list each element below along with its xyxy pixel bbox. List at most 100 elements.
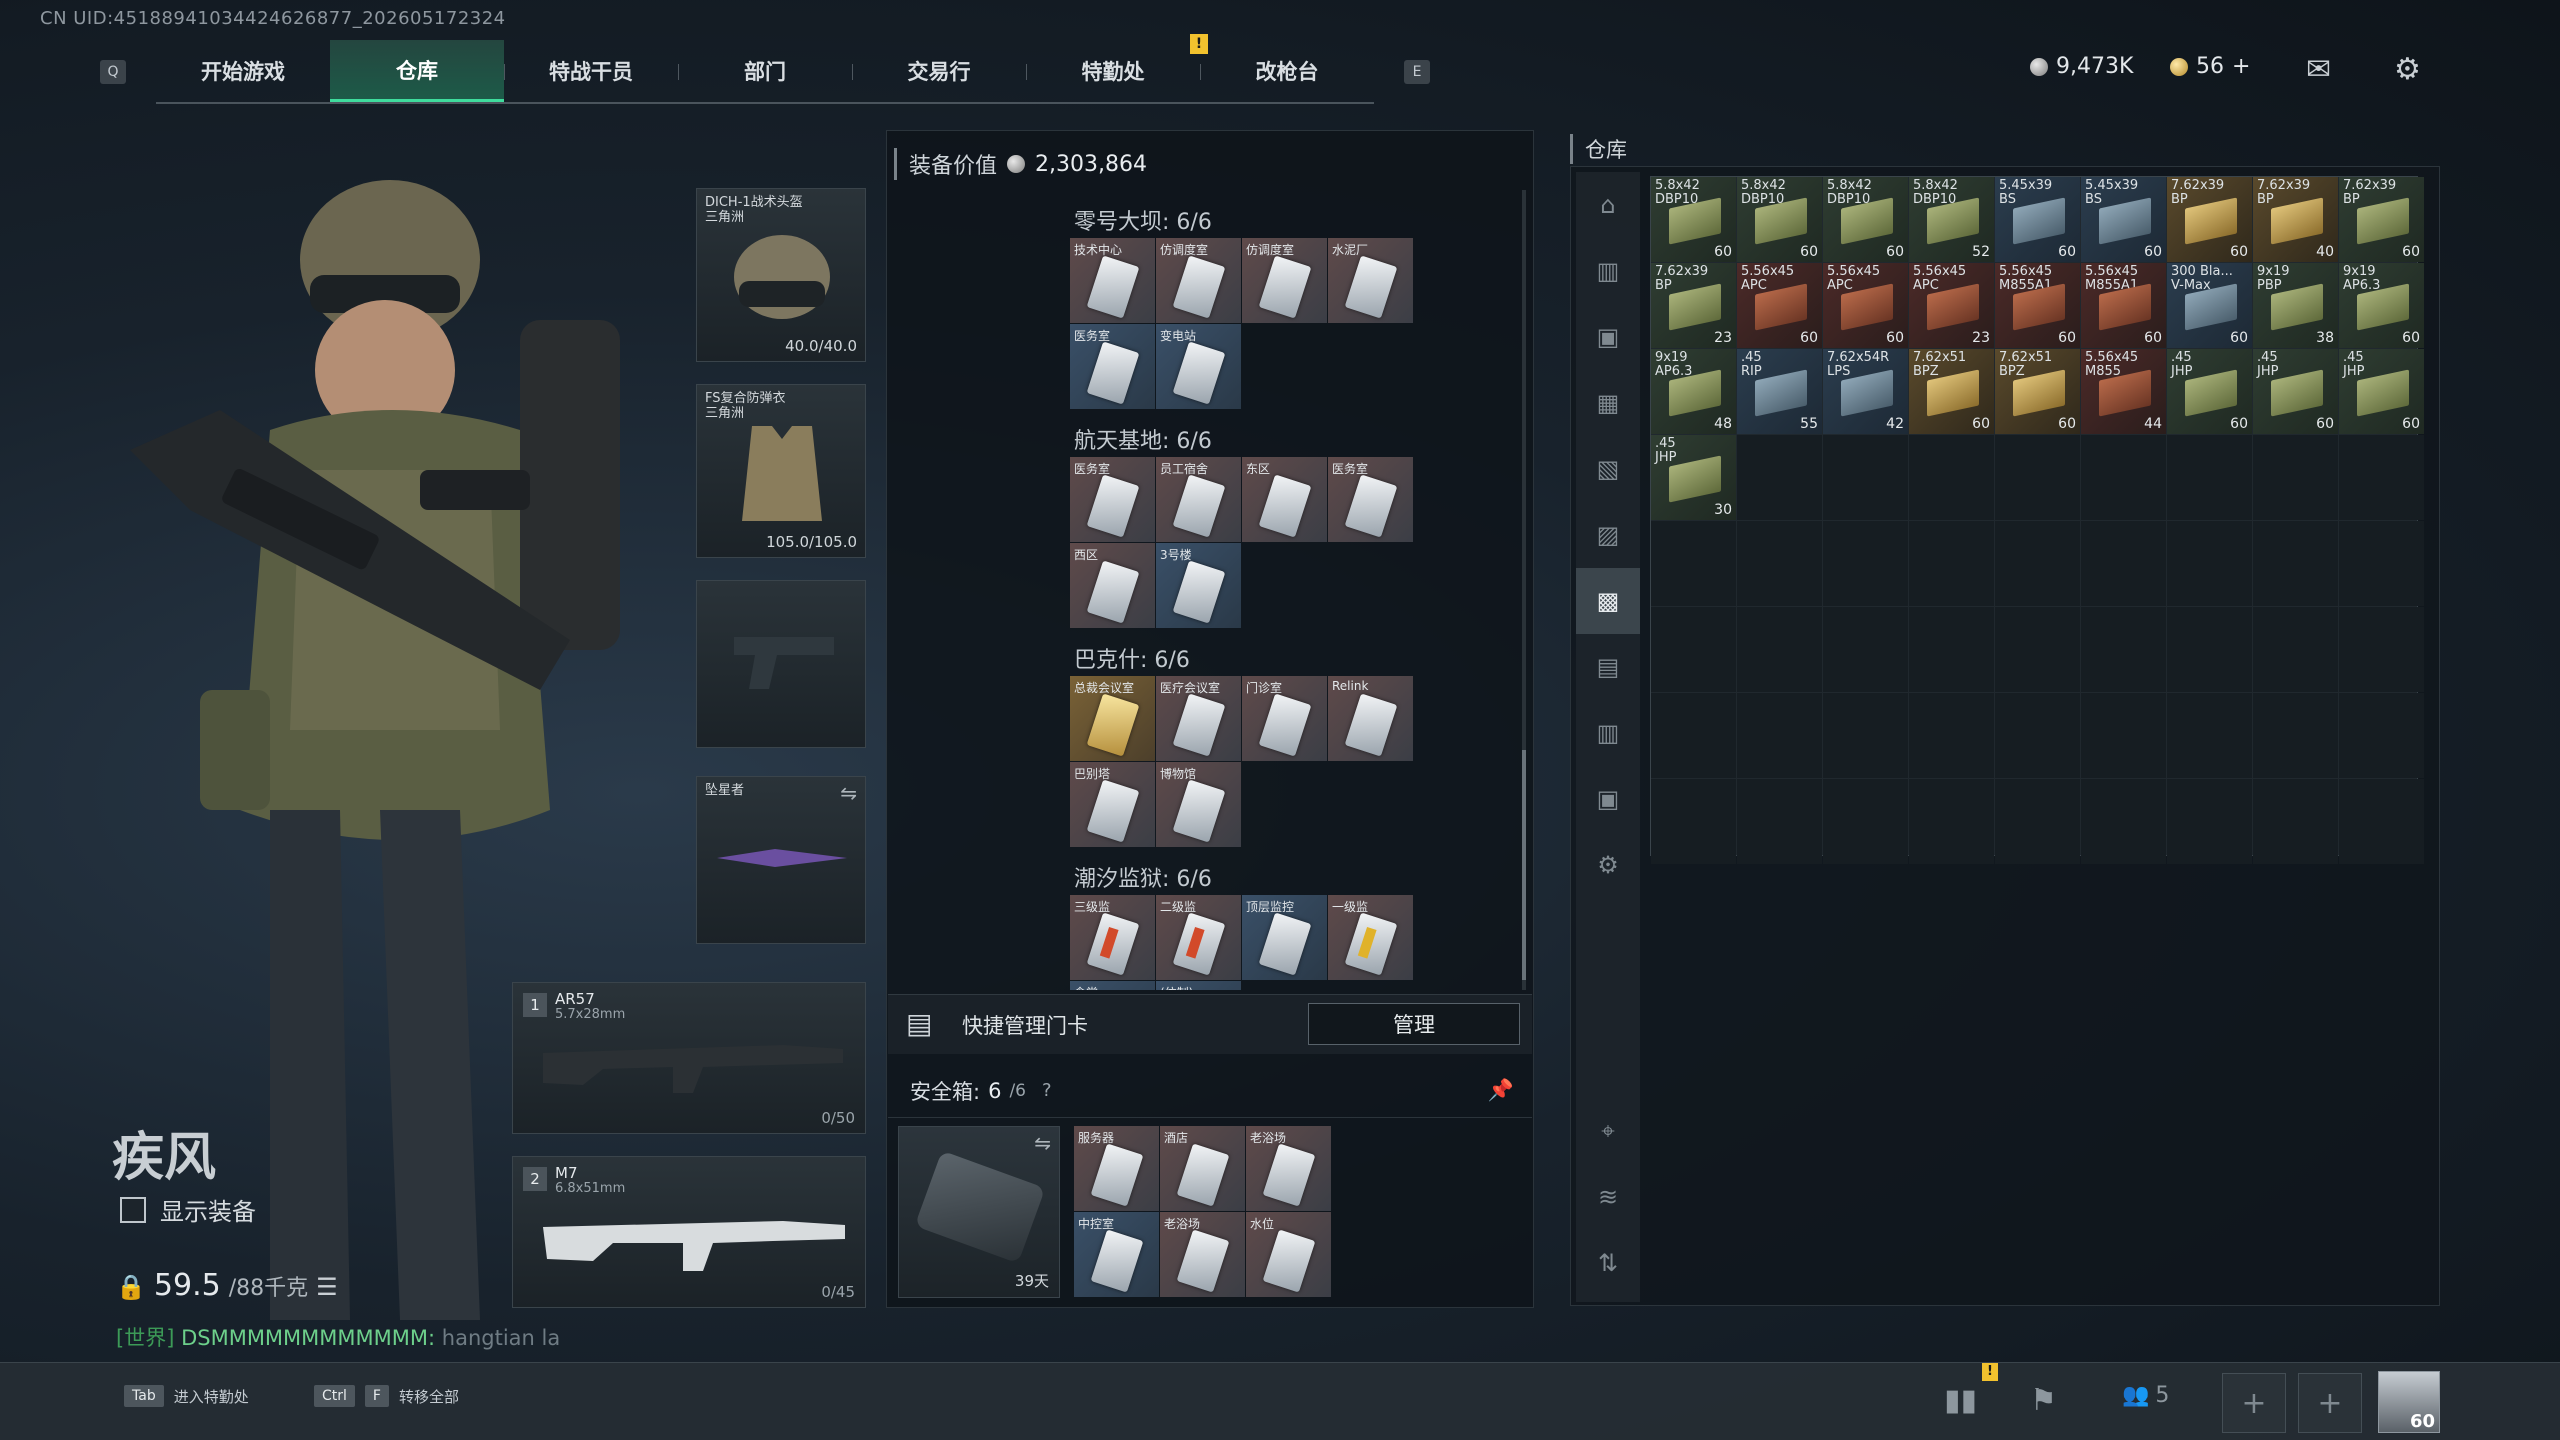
empty-cell[interactable] xyxy=(1651,521,1736,606)
ammo-item[interactable]: 5.8x42 DBP10 60 xyxy=(1823,177,1908,262)
empty-cell[interactable] xyxy=(2253,435,2338,520)
safe-keycard[interactable]: 中控室 xyxy=(1074,1212,1159,1297)
weight-detail-icon[interactable]: ☰ xyxy=(316,1273,338,1301)
keycard[interactable]: 西区 xyxy=(1070,543,1155,628)
empty-cell[interactable] xyxy=(2167,521,2252,606)
empty-cell[interactable] xyxy=(1823,435,1908,520)
warehouse-grid[interactable]: 5.8x42 DBP10 60 5.8x42 DBP10 60 5.8x42 DBP10 60 5… xyxy=(1650,176,2424,864)
ammo-item[interactable]: 5.56x45 M855A1 60 xyxy=(1995,263,2080,348)
empty-cell[interactable] xyxy=(2253,607,2338,692)
melee-slot[interactable]: 坠星者 ⇋ xyxy=(696,776,866,944)
keycard[interactable]: 二级监 xyxy=(1156,895,1241,980)
tab-0[interactable]: 开始游戏 xyxy=(156,40,330,102)
keycard[interactable]: 员工宿舍 xyxy=(1156,457,1241,542)
empty-cell[interactable] xyxy=(1737,779,1822,864)
ammo-item[interactable]: 5.45x39 BS 60 xyxy=(1995,177,2080,262)
empty-cell[interactable] xyxy=(1737,607,1822,692)
safe-keycard[interactable]: 酒店 xyxy=(1160,1126,1245,1211)
keycard[interactable]: (仿制) xyxy=(1156,981,1241,990)
ammo-item[interactable]: 5.56x45 APC 60 xyxy=(1737,263,1822,348)
safe-keycard[interactable]: 服务器 xyxy=(1074,1126,1159,1211)
helmet-slot[interactable]: DICH-1战术头盔 三角洲 40.0/40.0 xyxy=(696,188,866,362)
ammo-item[interactable]: 7.62x39 BP 60 xyxy=(2167,177,2252,262)
tab-5[interactable]: 特勤处 xyxy=(1026,40,1200,102)
secondary-weapon-slot[interactable]: 2 M7 6.8x51mm 0/45 xyxy=(512,1156,866,1308)
empty-cell[interactable] xyxy=(1995,693,2080,778)
ammo-item[interactable]: 7.62x51 BPZ 60 xyxy=(1995,349,2080,434)
warehouse-category-4-icon[interactable]: ▦ xyxy=(1576,370,1640,436)
safe-keycard[interactable]: 水位 xyxy=(1246,1212,1331,1297)
ammo-item[interactable]: 300 Bla... V-Max 60 xyxy=(2167,263,2252,348)
warehouse-category-7-icon[interactable]: ▩ xyxy=(1576,568,1640,634)
ammo-item[interactable]: .45 JHP 60 xyxy=(2167,349,2252,434)
team-slot-2[interactable]: + xyxy=(2298,1373,2362,1433)
show-equipment-checkbox[interactable] xyxy=(120,1196,146,1223)
empty-cell[interactable] xyxy=(1995,435,2080,520)
safe-keycard[interactable]: 老浴场 xyxy=(1246,1126,1331,1211)
keycard[interactable]: 医务室 xyxy=(1070,457,1155,542)
ammo-item[interactable]: 5.45x39 BS 60 xyxy=(2081,177,2166,262)
empty-cell[interactable] xyxy=(2339,693,2424,778)
ammo-item[interactable]: 5.8x42 DBP10 60 xyxy=(1651,177,1736,262)
warehouse-tool-1-icon[interactable]: ⌖ xyxy=(1576,1098,1640,1164)
keycard[interactable]: 博物馆 xyxy=(1156,762,1241,847)
keycard[interactable]: 变电站 xyxy=(1156,324,1241,409)
ammo-item[interactable]: .45 RIP 55 xyxy=(1737,349,1822,434)
ammo-item[interactable]: 5.56x45 APC 23 xyxy=(1909,263,1994,348)
ammo-item[interactable]: 5.56x45 M855A1 60 xyxy=(2081,263,2166,348)
safe-box-help-icon[interactable]: ? xyxy=(1042,1080,1052,1101)
ammo-item[interactable]: 7.62x54R LPS 42 xyxy=(1823,349,1908,434)
ammo-item[interactable]: 7.62x39 BP 23 xyxy=(1651,263,1736,348)
ammo-item[interactable]: 9x19 PBP 38 xyxy=(2253,263,2338,348)
warehouse-category-5-icon[interactable]: ▧ xyxy=(1576,436,1640,502)
empty-cell[interactable] xyxy=(2339,779,2424,864)
tab-3[interactable]: 部门 xyxy=(678,40,852,102)
ammo-item[interactable]: .45 JHP 30 xyxy=(1651,435,1736,520)
empty-cell[interactable] xyxy=(2167,607,2252,692)
stats-chart-icon[interactable]: ▮▮ xyxy=(1944,1383,1977,1418)
friends-count[interactable]: 👥 5 xyxy=(2122,1383,2169,1408)
empty-cell[interactable] xyxy=(1909,607,1994,692)
keycard[interactable]: 医务室 xyxy=(1328,457,1413,542)
ammo-item[interactable]: 7.62x51 BPZ 60 xyxy=(1909,349,1994,434)
keycard[interactable]: 仿调度室 xyxy=(1156,238,1241,323)
warehouse-category-3-icon[interactable]: ▣ xyxy=(1576,304,1640,370)
flag-icon[interactable]: ⚑ xyxy=(2030,1383,2057,1418)
pistol-slot-empty[interactable] xyxy=(696,580,866,748)
empty-cell[interactable] xyxy=(2167,693,2252,778)
keycard-scrollbar-thumb[interactable] xyxy=(1522,750,1526,980)
safe-keycard[interactable]: 老浴场 xyxy=(1160,1212,1245,1297)
tab-2[interactable]: 特战干员 xyxy=(504,40,678,102)
warehouse-category-1-icon[interactable]: ⌂ xyxy=(1576,172,1640,238)
team-slot-1[interactable]: + xyxy=(2222,1373,2286,1433)
keycard[interactable]: 医务室 xyxy=(1070,324,1155,409)
warehouse-category-6-icon[interactable]: ▨ xyxy=(1576,502,1640,568)
tab-6[interactable]: 改枪台 xyxy=(1200,40,1374,102)
empty-cell[interactable] xyxy=(2339,607,2424,692)
ammo-item[interactable]: .45 JHP 60 xyxy=(2253,349,2338,434)
empty-cell[interactable] xyxy=(2081,521,2166,606)
tab-4[interactable]: 交易行 xyxy=(852,40,1026,102)
empty-cell[interactable] xyxy=(2253,521,2338,606)
safe-swap-icon[interactable]: ⇋ xyxy=(1034,1131,1051,1155)
ammo-item[interactable]: 7.62x39 BP 40 xyxy=(2253,177,2338,262)
pin-icon[interactable]: 📌 xyxy=(1488,1078,1514,1103)
keycard[interactable]: 水泥厂 xyxy=(1328,238,1413,323)
empty-cell[interactable] xyxy=(1651,693,1736,778)
manage-button[interactable]: 管理 xyxy=(1308,1003,1520,1045)
empty-cell[interactable] xyxy=(2339,435,2424,520)
swap-icon[interactable]: ⇋ xyxy=(840,781,857,805)
empty-cell[interactable] xyxy=(1823,779,1908,864)
empty-cell[interactable] xyxy=(1909,521,1994,606)
chat-line[interactable]: [世界] DSMMMMMMMMMMMM: hangtian la xyxy=(116,1322,560,1352)
warehouse-category-2-icon[interactable]: ▥ xyxy=(1576,238,1640,304)
keycard[interactable]: 门诊室 xyxy=(1242,676,1327,761)
warehouse-category-10-icon[interactable]: ▣ xyxy=(1576,766,1640,832)
keycard[interactable]: 总裁会议室 xyxy=(1070,676,1155,761)
keycard[interactable]: 医疗会议室 xyxy=(1156,676,1241,761)
ammo-item[interactable]: 5.56x45 M855 44 xyxy=(2081,349,2166,434)
empty-cell[interactable] xyxy=(1909,693,1994,778)
empty-cell[interactable] xyxy=(1651,607,1736,692)
primary-weapon-slot[interactable]: 1 AR57 5.7x28mm 0/50 xyxy=(512,982,866,1134)
keycard[interactable]: 东区 xyxy=(1242,457,1327,542)
